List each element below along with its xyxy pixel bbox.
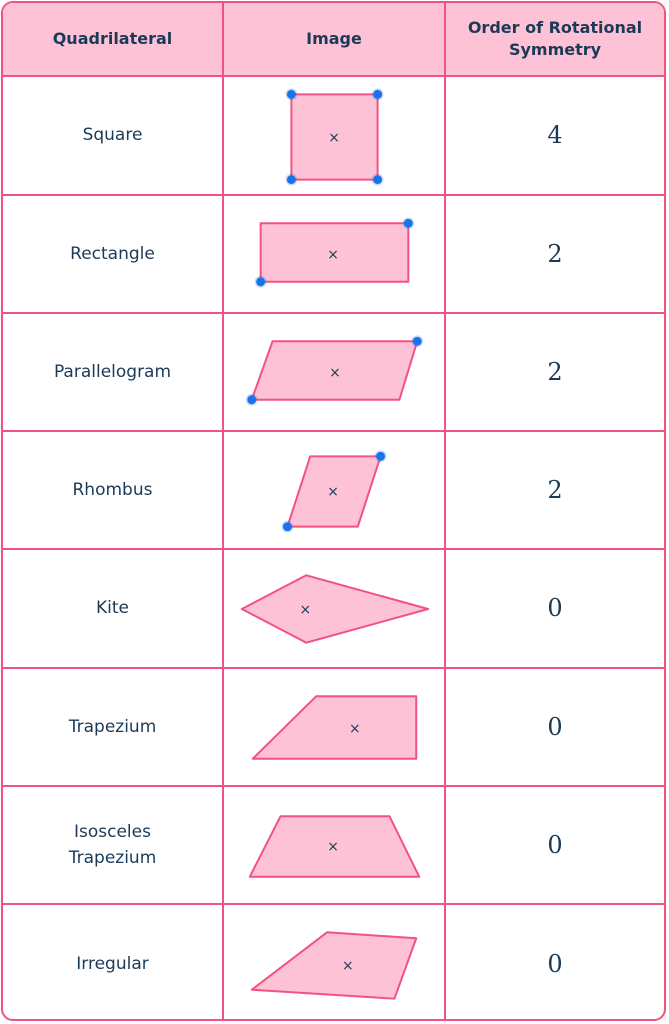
shape-image-cell: × xyxy=(224,786,446,904)
header-quadrilateral: Quadrilateral xyxy=(3,3,224,75)
vertex-dot xyxy=(286,174,296,184)
irregular-polygon xyxy=(250,931,418,1000)
shape-image-cell: × xyxy=(224,431,446,549)
irregular-diagram: × xyxy=(250,931,418,1000)
vertex-dot xyxy=(282,521,292,531)
shape-image-cell: × xyxy=(224,668,446,785)
vertex-dot xyxy=(286,89,296,99)
rotational-order-value: 2 xyxy=(547,476,563,505)
table-row: Trapezium × 0 xyxy=(3,668,664,787)
table-row: Rectangle × 2 xyxy=(3,195,664,314)
header-row: Quadrilateral Image Order of Rotational … xyxy=(3,3,664,77)
vertex-dot xyxy=(376,451,386,461)
rotational-order-value: 0 xyxy=(547,712,563,741)
quadrilateral-name: Kite xyxy=(3,550,224,667)
header-order: Order of Rotational Symmetry xyxy=(467,18,643,59)
vertex-dot xyxy=(373,89,383,99)
quadrilateral-name: Isosceles Trapezium xyxy=(3,786,224,904)
vertex-dot xyxy=(247,395,257,405)
rotational-order-value: 0 xyxy=(547,950,563,979)
rhombus-diagram: × xyxy=(281,450,387,533)
shape-image-cell: × xyxy=(224,77,446,194)
center-of-rotation-marker: × xyxy=(327,247,339,263)
square-diagram: × xyxy=(285,88,384,186)
shape-image-cell: × xyxy=(224,550,446,667)
quadrilateral-name: Square xyxy=(3,77,224,194)
rotational-order-value: 2 xyxy=(547,239,563,268)
trapezium-diagram: × xyxy=(251,695,418,760)
table-row: Parallelogram × 2 xyxy=(3,313,664,433)
rectangle-diagram: × xyxy=(254,217,415,288)
vertex-dot xyxy=(373,174,383,184)
quadrilateral-name: Rhombus xyxy=(3,431,224,549)
center-of-rotation-marker: × xyxy=(328,130,340,146)
table-row: Square × 4 xyxy=(3,77,664,196)
center-of-rotation-marker: × xyxy=(327,838,339,854)
vertex-dot xyxy=(412,337,422,347)
rotational-order-value: 2 xyxy=(547,357,563,386)
table-row: Isosceles Trapezium × 0 xyxy=(3,786,664,906)
table-row: Kite × 0 xyxy=(3,550,664,669)
table-row: Irregular × 0 xyxy=(3,905,664,1019)
rotational-order-value: 0 xyxy=(547,594,563,623)
kite-polygon xyxy=(240,574,430,644)
rotational-order-value: 4 xyxy=(547,121,563,150)
shape-image-cell: × xyxy=(224,905,446,1019)
center-of-rotation-marker: × xyxy=(299,602,311,618)
quadrilateral-name: Trapezium xyxy=(3,668,224,785)
header-image: Image xyxy=(224,3,446,75)
vertex-dot xyxy=(403,218,413,228)
center-of-rotation-marker: × xyxy=(327,484,339,500)
quadrilateral-name: Rectangle xyxy=(3,195,224,312)
quadrilateral-name: Parallelogram xyxy=(3,313,224,431)
table-row: Rhombus × 2 xyxy=(3,431,664,551)
trapezium-polygon xyxy=(251,695,418,760)
center-of-rotation-marker: × xyxy=(342,958,354,974)
center-of-rotation-marker: × xyxy=(349,721,361,737)
center-of-rotation-marker: × xyxy=(329,365,341,381)
quadrilateral-name: Irregular xyxy=(3,905,224,1019)
isosceles-trapezium-diagram: × xyxy=(248,814,421,878)
parallelogram-diagram: × xyxy=(245,335,424,407)
shape-image-cell: × xyxy=(224,195,446,312)
rotational-symmetry-table: Quadrilateral Image Order of Rotational … xyxy=(1,1,666,1021)
shape-image-cell: × xyxy=(224,313,446,431)
kite-diagram: × xyxy=(240,574,430,644)
rotational-order-value: 0 xyxy=(547,831,563,860)
vertex-dot xyxy=(256,277,266,287)
